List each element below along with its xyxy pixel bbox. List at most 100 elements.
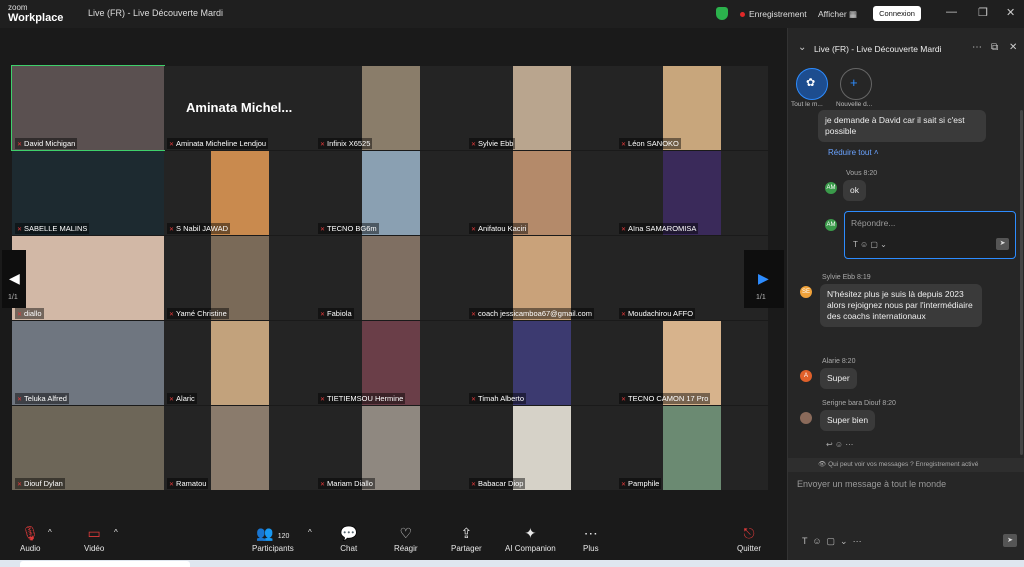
video-options-chevron-icon[interactable]: ^ xyxy=(114,528,118,537)
video-tile[interactable]: Mariam Diallo xyxy=(315,406,467,490)
close-icon[interactable]: ✕ xyxy=(1006,6,1015,19)
more-options-icon[interactable]: ⋯ xyxy=(972,42,982,53)
video-tile[interactable]: Ramatou xyxy=(164,406,316,490)
video-tile[interactable]: Babacar Diop xyxy=(466,406,618,490)
tab-everyone-label: Tout le m... xyxy=(791,101,823,108)
video-tile[interactable]: Timah Alberto xyxy=(466,321,618,405)
tab-everyone[interactable]: ✿ xyxy=(796,68,828,100)
share-button[interactable]: ⇪ Partager xyxy=(451,524,482,553)
participant-name: Anifatou Kaciri xyxy=(469,223,529,234)
chevron-down-icon[interactable]: ⌄ xyxy=(798,42,806,53)
message-bubble: Super xyxy=(820,368,857,389)
video-tile[interactable]: TECNO CAMON 17 Pro xyxy=(616,321,768,405)
close-chat-icon[interactable]: ✕ xyxy=(1009,42,1017,53)
compose-format-icons[interactable]: T ☺ ▢ ⌄ ⋯ xyxy=(802,536,862,547)
video-tile[interactable]: Diouf Dylan xyxy=(12,406,164,490)
reply-placeholder: Répondre... xyxy=(851,218,896,228)
os-taskbar xyxy=(0,560,1024,567)
participant-name: Aminata Micheline Lendjou xyxy=(167,138,269,149)
view-button[interactable]: Afficher ▦ xyxy=(818,9,857,20)
leave-button[interactable]: ⎋ Quitter xyxy=(737,524,761,553)
share-screen-icon: ⇪ xyxy=(460,525,473,541)
message-sender: Sylvie Ebb 8:19 xyxy=(822,274,871,281)
more-label: Plus xyxy=(583,544,599,553)
send-icon[interactable]: ➤ xyxy=(1003,534,1017,547)
video-tile[interactable]: Yamé Christine xyxy=(164,236,316,320)
video-tile[interactable]: Teluka Alfred xyxy=(12,321,164,405)
video-tile[interactable]: Aïna SAMAROMISA xyxy=(616,151,768,235)
react-label: Réagir xyxy=(394,544,418,553)
connexion-button[interactable]: Connexion xyxy=(873,6,921,21)
send-reply-icon[interactable]: ➤ xyxy=(996,238,1009,250)
minimize-icon[interactable]: — xyxy=(946,6,957,18)
participant-name: TECNO CAMON 17 Pro xyxy=(619,393,711,404)
video-tile[interactable]: coach jessicamboa67@gmail.com xyxy=(466,236,618,320)
participants-chevron-icon[interactable]: ^ xyxy=(308,528,312,537)
participant-name: S Nabil JAWAD xyxy=(167,223,230,234)
chat-scrollbar[interactable] xyxy=(1020,110,1023,455)
ai-companion-button[interactable]: ✦ AI Companion xyxy=(505,524,556,553)
react-button[interactable]: ♡ Réagir xyxy=(394,524,418,553)
video-tile[interactable]: diallo xyxy=(12,236,164,320)
audio-options-chevron-icon[interactable]: ^ xyxy=(48,528,52,537)
video-tile[interactable]: Pamphile xyxy=(616,406,768,490)
reply-input[interactable]: Répondre... T ☺ ▢ ⌄ ➤ xyxy=(844,211,1016,259)
video-tile[interactable]: Sylvie Ebb xyxy=(466,66,618,150)
participant-name: TIETIEMSOU Hermine xyxy=(318,393,406,404)
tab-new-label: Nouvelle d... xyxy=(836,101,873,108)
message-bubble: N'hésitez plus je suis là depuis 2023 al… xyxy=(820,284,982,327)
next-page-button[interactable]: ▶ 1/1 xyxy=(744,250,784,308)
video-tile[interactable]: Alaric xyxy=(164,321,316,405)
reaction-icons[interactable]: ↩ ☺ ⋯ xyxy=(826,440,853,449)
page-indicator-left: 1/1 xyxy=(8,294,18,301)
video-tile[interactable]: Léon SANOKO xyxy=(616,66,768,150)
page-indicator-right: 1/1 xyxy=(756,294,766,301)
more-icon: ⋯ xyxy=(583,525,598,541)
chat-panel: ⌄ Live (FR) - Live Découverte Mardi ⋯ ⧉ … xyxy=(787,28,1024,560)
audio-button[interactable]: 🎙 Audio xyxy=(20,524,40,553)
participant-name: Timah Alberto xyxy=(469,393,527,404)
video-tile[interactable]: Anifatou Kaciri xyxy=(466,151,618,235)
participants-count: 120 xyxy=(277,533,290,540)
chat-compose-input[interactable]: Envoyer un message à tout le monde xyxy=(797,479,946,489)
ai-label: AI Companion xyxy=(505,544,556,553)
heart-icon: ♡ xyxy=(399,525,413,541)
more-button[interactable]: ⋯ Plus xyxy=(583,524,599,553)
video-tile[interactable]: S Nabil JAWAD xyxy=(164,151,316,235)
taskbar-search[interactable] xyxy=(20,561,190,567)
message-sender: Vous 8:20 xyxy=(846,170,878,177)
notice-text: Qui peut voir vos messages ? Enregistrem… xyxy=(828,461,979,468)
video-tile[interactable]: TECNO BG6m xyxy=(315,151,467,235)
participant-name: diallo xyxy=(15,308,44,319)
video-tile[interactable]: Infinix X6525 xyxy=(315,66,467,150)
participant-name: Moudachirou AFFO xyxy=(619,308,696,319)
restore-icon[interactable]: ❐ xyxy=(978,6,988,19)
avatar: SE xyxy=(800,286,812,298)
message-sender: Alarie 8:20 xyxy=(822,358,856,365)
video-tile[interactable]: Fabiola xyxy=(315,236,467,320)
participants-button[interactable]: 👥 120 Participants xyxy=(252,524,294,553)
recording-indicator[interactable]: Enregistrement xyxy=(740,9,807,19)
video-tile[interactable]: TIETIEMSOU Hermine xyxy=(315,321,467,405)
video-tile[interactable]: SABELLE MALINS xyxy=(12,151,164,235)
video-tile[interactable]: David Michigan xyxy=(11,65,165,151)
video-button[interactable]: ▭ Vidéo xyxy=(84,524,104,553)
brand-name: Workplace xyxy=(8,12,64,24)
chat-button[interactable]: 💬 Chat xyxy=(340,524,357,553)
share-label: Partager xyxy=(451,544,482,553)
avatar: A xyxy=(800,370,812,382)
visibility-notice[interactable]: 👁 Qui peut voir vos messages ? Enregistr… xyxy=(788,458,1024,472)
participant-name: Infinix X6525 xyxy=(318,138,373,149)
tab-new-chat[interactable]: + xyxy=(840,68,872,100)
participant-name: Mariam Diallo xyxy=(318,478,375,489)
shield-icon[interactable] xyxy=(716,7,728,20)
paw-icon: ✿ xyxy=(806,77,816,89)
participant-video xyxy=(513,66,571,150)
prev-page-button[interactable]: ◀ 1/1 xyxy=(2,250,26,308)
popout-icon[interactable]: ⧉ xyxy=(991,42,998,53)
message-bubble-partial: je demande à David car il sait si c'est … xyxy=(818,110,986,142)
participant-name: Diouf Dylan xyxy=(15,478,65,489)
collapse-thread-link[interactable]: Réduire tout ˄ xyxy=(828,148,879,157)
format-icons[interactable]: T ☺ ▢ ⌄ xyxy=(853,240,887,249)
participant-name: Fabiola xyxy=(318,308,354,319)
